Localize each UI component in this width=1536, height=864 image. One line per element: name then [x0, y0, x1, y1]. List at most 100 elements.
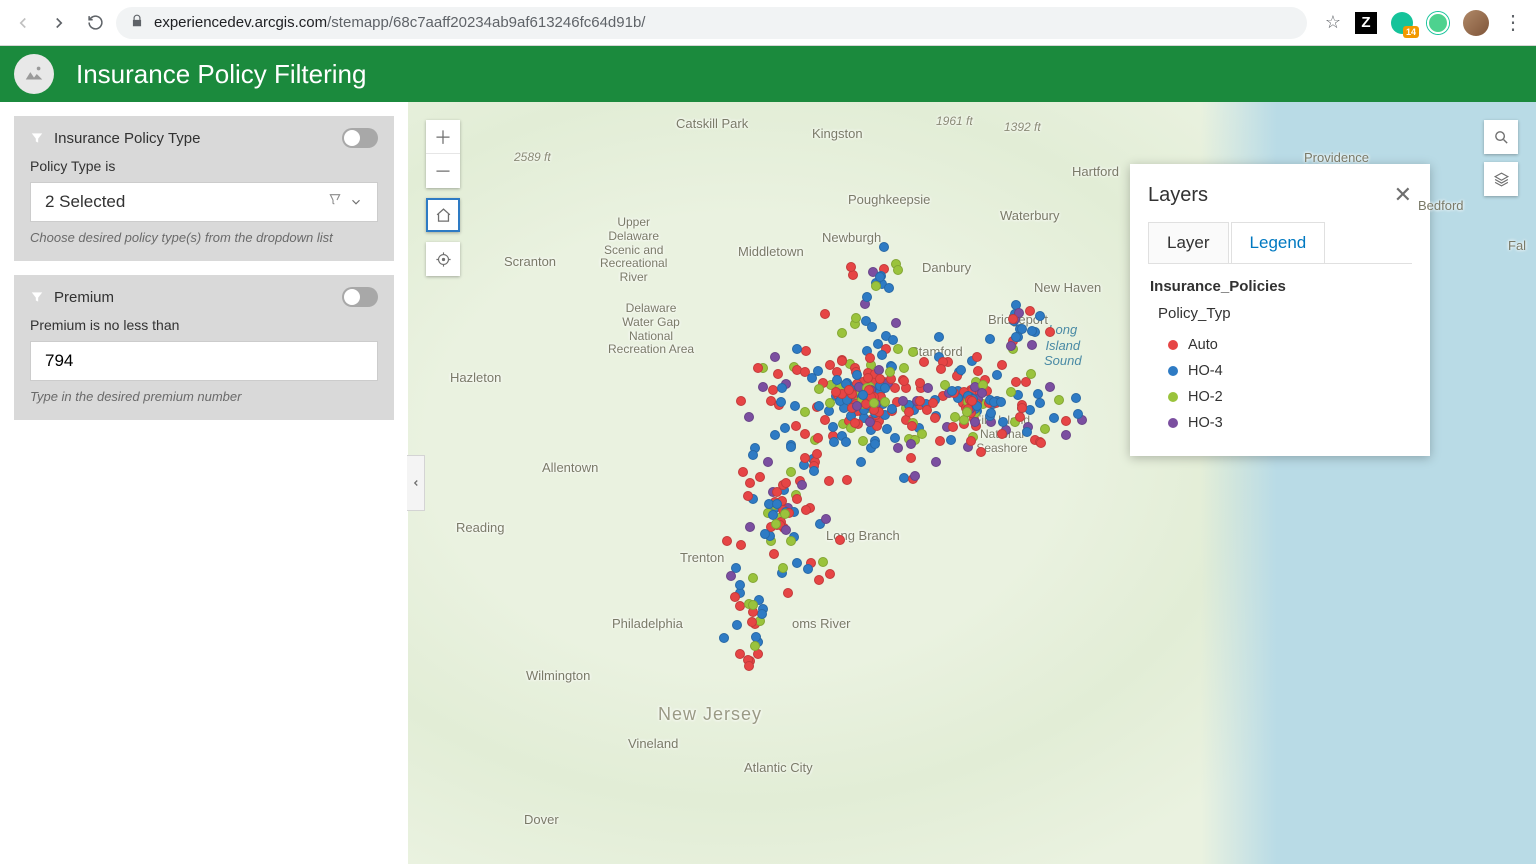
data-point[interactable]	[781, 525, 791, 535]
locate-button[interactable]	[426, 242, 460, 276]
data-point[interactable]	[919, 357, 929, 367]
data-point[interactable]	[1040, 424, 1050, 434]
close-icon[interactable]: ✕	[1394, 182, 1412, 208]
data-point[interactable]	[825, 360, 835, 370]
data-point[interactable]	[1061, 416, 1071, 426]
data-point[interactable]	[797, 480, 807, 490]
data-point[interactable]	[858, 390, 868, 400]
data-point[interactable]	[792, 494, 802, 504]
data-point[interactable]	[935, 436, 945, 446]
data-point[interactable]	[825, 398, 835, 408]
ext-circle-icon[interactable]	[1427, 12, 1449, 34]
data-point[interactable]	[898, 396, 908, 406]
zoom-out-button[interactable]: －	[426, 154, 460, 188]
data-point[interactable]	[773, 369, 783, 379]
data-point[interactable]	[899, 363, 909, 373]
data-point[interactable]	[753, 363, 763, 373]
data-point[interactable]	[885, 367, 895, 377]
data-point[interactable]	[791, 421, 801, 431]
data-point[interactable]	[915, 396, 925, 406]
data-point[interactable]	[998, 417, 1008, 427]
data-point[interactable]	[1006, 341, 1016, 351]
data-point[interactable]	[962, 407, 972, 417]
data-point[interactable]	[1054, 395, 1064, 405]
data-point[interactable]	[783, 588, 793, 598]
home-button[interactable]	[426, 198, 460, 232]
map-canvas[interactable]: ＋ － Layers ✕	[408, 102, 1536, 864]
data-point[interactable]	[1045, 327, 1055, 337]
data-point[interactable]	[1015, 412, 1025, 422]
data-point[interactable]	[931, 457, 941, 467]
premium-input[interactable]	[30, 341, 378, 381]
data-point[interactable]	[928, 398, 938, 408]
layers-button[interactable]	[1484, 162, 1518, 196]
data-point[interactable]	[800, 407, 810, 417]
data-point[interactable]	[736, 396, 746, 406]
data-point[interactable]	[719, 633, 729, 643]
data-point[interactable]	[997, 429, 1007, 439]
data-point[interactable]	[880, 397, 890, 407]
data-point[interactable]	[947, 386, 957, 396]
data-point[interactable]	[831, 387, 841, 397]
data-point[interactable]	[744, 412, 754, 422]
data-point[interactable]	[893, 443, 903, 453]
data-point[interactable]	[890, 433, 900, 443]
data-point[interactable]	[956, 365, 966, 375]
data-point[interactable]	[842, 475, 852, 485]
data-point[interactable]	[865, 353, 875, 363]
data-point[interactable]	[743, 491, 753, 501]
data-point[interactable]	[800, 453, 810, 463]
data-point[interactable]	[875, 374, 885, 384]
data-point[interactable]	[745, 478, 755, 488]
data-point[interactable]	[906, 439, 916, 449]
data-point[interactable]	[803, 564, 813, 574]
data-point[interactable]	[747, 617, 757, 627]
data-point[interactable]	[970, 417, 980, 427]
forward-button[interactable]	[44, 8, 74, 38]
reload-button[interactable]	[80, 8, 110, 38]
data-point[interactable]	[1008, 314, 1018, 324]
data-point[interactable]	[738, 467, 748, 477]
data-point[interactable]	[996, 397, 1006, 407]
data-point[interactable]	[730, 592, 740, 602]
data-point[interactable]	[1036, 438, 1046, 448]
policy-toggle[interactable]	[342, 128, 378, 148]
data-point[interactable]	[910, 471, 920, 481]
star-icon[interactable]: ☆	[1325, 12, 1341, 33]
data-point[interactable]	[814, 401, 824, 411]
data-point[interactable]	[893, 344, 903, 354]
data-point[interactable]	[835, 535, 845, 545]
profile-avatar[interactable]	[1463, 10, 1489, 36]
data-point[interactable]	[867, 322, 877, 332]
data-point[interactable]	[772, 487, 782, 497]
data-point[interactable]	[768, 510, 778, 520]
data-point[interactable]	[1033, 389, 1043, 399]
data-point[interactable]	[1061, 430, 1071, 440]
data-point[interactable]	[1017, 403, 1027, 413]
data-point[interactable]	[899, 376, 909, 386]
premium-toggle[interactable]	[342, 287, 378, 307]
data-point[interactable]	[1049, 413, 1059, 423]
data-point[interactable]	[875, 272, 885, 282]
data-point[interactable]	[829, 437, 839, 447]
data-point[interactable]	[825, 569, 835, 579]
data-point[interactable]	[1022, 427, 1032, 437]
data-point[interactable]	[946, 435, 956, 445]
data-point[interactable]	[869, 398, 879, 408]
data-point[interactable]	[814, 575, 824, 585]
back-button[interactable]	[8, 8, 38, 38]
data-point[interactable]	[992, 370, 1002, 380]
data-point[interactable]	[748, 450, 758, 460]
data-point[interactable]	[948, 422, 958, 432]
data-point[interactable]	[863, 373, 873, 383]
data-point[interactable]	[934, 332, 944, 342]
data-point[interactable]	[755, 472, 765, 482]
data-point[interactable]	[997, 360, 1007, 370]
data-point[interactable]	[744, 661, 754, 671]
data-point[interactable]	[800, 429, 810, 439]
data-point[interactable]	[841, 437, 851, 447]
data-point[interactable]	[1035, 311, 1045, 321]
data-point[interactable]	[1011, 377, 1021, 387]
data-point[interactable]	[891, 318, 901, 328]
data-point[interactable]	[906, 453, 916, 463]
